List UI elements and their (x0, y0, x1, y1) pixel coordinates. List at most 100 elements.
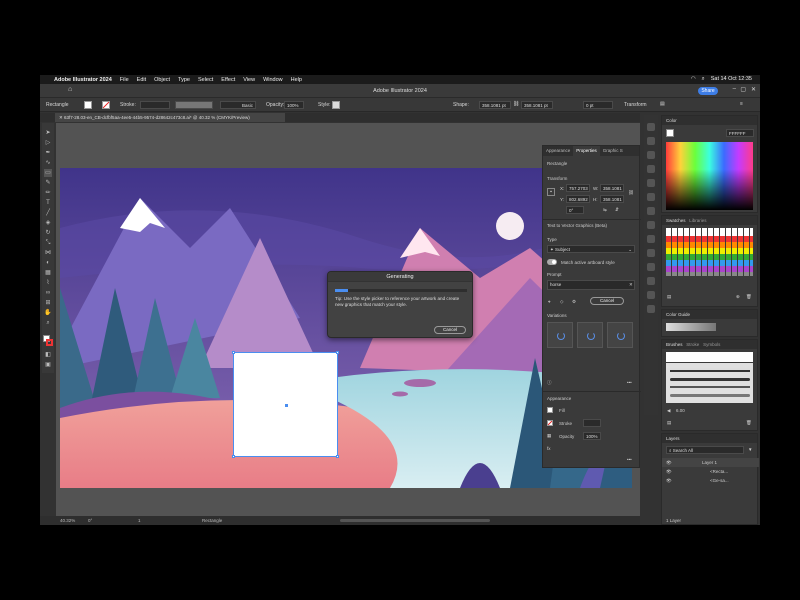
opacity-field[interactable]: 100% (284, 101, 304, 109)
tab-stroke[interactable]: Stroke (686, 342, 699, 347)
style-swatch[interactable] (332, 101, 340, 109)
brush-library-icon[interactable]: ▤ (667, 420, 671, 426)
link-icon[interactable]: ⛓ (513, 101, 519, 107)
swatch-library-icon[interactable]: ▤ (667, 294, 671, 300)
menu-help[interactable]: Help (291, 77, 302, 83)
cancel-generate-button[interactable]: Cancel (590, 297, 624, 305)
direct-selection-tool-icon[interactable]: ▷ (44, 139, 52, 147)
tab-swatches[interactable]: Swatches (666, 218, 686, 223)
paragraph-dock-icon[interactable] (647, 291, 655, 299)
tab-brushes[interactable]: Brushes (666, 342, 683, 347)
handle-bl[interactable] (232, 455, 235, 458)
draw-mode-icon[interactable]: ◧ (44, 351, 52, 359)
pen-tool-icon[interactable]: ✒ (44, 149, 52, 157)
more-options-icon[interactable]: ••• (627, 380, 632, 385)
document-tab[interactable]: ✕ 63f7-28.03-en_CB-dcfbf5aa-4ee5-44b5-95… (55, 113, 285, 122)
layer-name[interactable]: <Recta... (710, 469, 728, 474)
selection-tool-icon[interactable]: ➤ (44, 129, 52, 137)
align-dock-icon[interactable] (647, 249, 655, 257)
restore-icon[interactable]: ▢ (740, 86, 746, 93)
current-tool[interactable]: Rectangle (202, 518, 222, 523)
hex-field[interactable]: FFFFFF (726, 129, 754, 137)
appearance-stroke-swatch[interactable] (547, 420, 553, 426)
shape-builder-tool-icon[interactable]: ◐ (44, 259, 52, 267)
zoom-tool-icon[interactable]: ⌕ (44, 319, 52, 327)
align-icon[interactable]: ▤ (660, 101, 665, 107)
match-style-toggle[interactable] (547, 259, 557, 265)
brush-definition[interactable]: Basic (220, 101, 256, 109)
selected-rectangle[interactable] (232, 351, 339, 458)
rotate-tool-icon[interactable]: ↻ (44, 229, 52, 237)
visibility-icon[interactable]: 👁 (666, 469, 672, 475)
stroke-color-indicator[interactable] (46, 339, 53, 346)
layer-row[interactable]: 👁 <Ge-sa... (662, 476, 759, 485)
artboard-tool-icon[interactable]: ⊞ (44, 299, 52, 307)
color-fill-swatch[interactable] (666, 129, 674, 137)
flip-vertical-icon[interactable]: ⇵ (615, 207, 619, 213)
menu-view[interactable]: View (243, 77, 255, 83)
new-swatch-icon[interactable]: ⊕ (736, 294, 740, 300)
pencil-tool-icon[interactable]: ✏ (44, 189, 52, 197)
brush-strokes-area[interactable] (666, 363, 753, 403)
clock[interactable]: Sat 14 Oct 12:35 (711, 76, 752, 83)
settings-icon[interactable]: ⚙ (572, 299, 576, 305)
comments-dock-icon[interactable] (647, 305, 655, 313)
libraries-dock-icon[interactable] (647, 151, 655, 159)
gradient-tool-icon[interactable]: ▦ (44, 269, 52, 277)
effects-icon[interactable]: ◇ (560, 299, 563, 305)
tab-libraries[interactable]: Libraries (689, 218, 706, 223)
properties-dock-icon[interactable] (647, 123, 655, 131)
color-dock-icon[interactable] (647, 165, 655, 173)
h-field[interactable]: 358.1081 (600, 195, 624, 203)
w-field[interactable]: 358.1081 (600, 184, 624, 192)
constrain-icon[interactable]: ⛓ (628, 190, 634, 196)
menu-object[interactable]: Object (154, 77, 170, 83)
hand-tool-icon[interactable]: ✋ (44, 309, 52, 317)
eraser-tool-icon[interactable]: ◈ (44, 219, 52, 227)
layer-row[interactable]: 👁 Layer 1 (662, 458, 759, 467)
layer-name[interactable]: Layer 1 (702, 460, 717, 465)
delete-swatch-icon[interactable]: 🗑 (746, 294, 752, 300)
handle-tr[interactable] (336, 351, 339, 354)
pathfinder-dock-icon[interactable] (647, 263, 655, 271)
swatches-dock-icon[interactable] (647, 179, 655, 187)
close-icon[interactable]: ✕ (751, 86, 756, 93)
color-spectrum[interactable] (666, 142, 753, 210)
opacity-input[interactable]: 100% (583, 432, 601, 440)
search-icon[interactable]: ⌕ (702, 76, 705, 83)
eyedropper-tool-icon[interactable]: ⌇ (44, 279, 52, 287)
app-menu[interactable]: Adobe Illustrator 2024 (54, 77, 112, 83)
handle-br[interactable] (336, 455, 339, 458)
menu-window[interactable]: Window (263, 77, 283, 83)
paintbrush-tool-icon[interactable]: ✎ (44, 179, 52, 187)
menu-type[interactable]: Type (178, 77, 190, 83)
symbols-dock-icon[interactable] (647, 207, 655, 215)
variable-width-field[interactable] (175, 101, 213, 109)
width-tool-icon[interactable]: ⋈ (44, 249, 52, 257)
variation-1[interactable] (547, 322, 573, 348)
flip-horizontal-icon[interactable]: ⇋ (603, 207, 607, 213)
ttv-section-title[interactable]: Text to Vector Graphics (Beta) (547, 223, 607, 228)
share-button[interactable]: Share (698, 87, 718, 95)
dialog-cancel-button[interactable]: Cancel (434, 326, 466, 334)
stroke-swatch[interactable] (102, 101, 110, 109)
style-picker-icon[interactable]: ⌖ (548, 299, 551, 304)
y-field[interactable]: 802.6892 (566, 195, 590, 203)
layers-dock-icon[interactable] (647, 137, 655, 145)
visibility-icon[interactable]: 👁 (666, 478, 672, 484)
horizontal-scrollbar[interactable] (340, 519, 490, 522)
layer-row[interactable]: 👁 <Recta... (662, 467, 759, 476)
scale-tool-icon[interactable]: ⤡ (44, 239, 52, 247)
layers-search[interactable]: ⌕ Search All (666, 446, 744, 454)
zoom-level[interactable]: 40.32% (60, 518, 75, 523)
minimize-icon[interactable]: – (733, 86, 736, 92)
variation-3[interactable] (607, 322, 633, 348)
fx-icon[interactable]: fx (547, 446, 551, 451)
brush-dots-row[interactable] (666, 352, 753, 362)
type-tool-icon[interactable]: T (44, 199, 52, 207)
corner-field[interactable]: 0 pt (583, 101, 613, 109)
rectangle-tool-icon[interactable]: ▭ (44, 169, 52, 177)
handle-tl[interactable] (232, 351, 235, 354)
variation-2[interactable] (577, 322, 603, 348)
more-icon[interactable]: ≡ (740, 101, 743, 107)
